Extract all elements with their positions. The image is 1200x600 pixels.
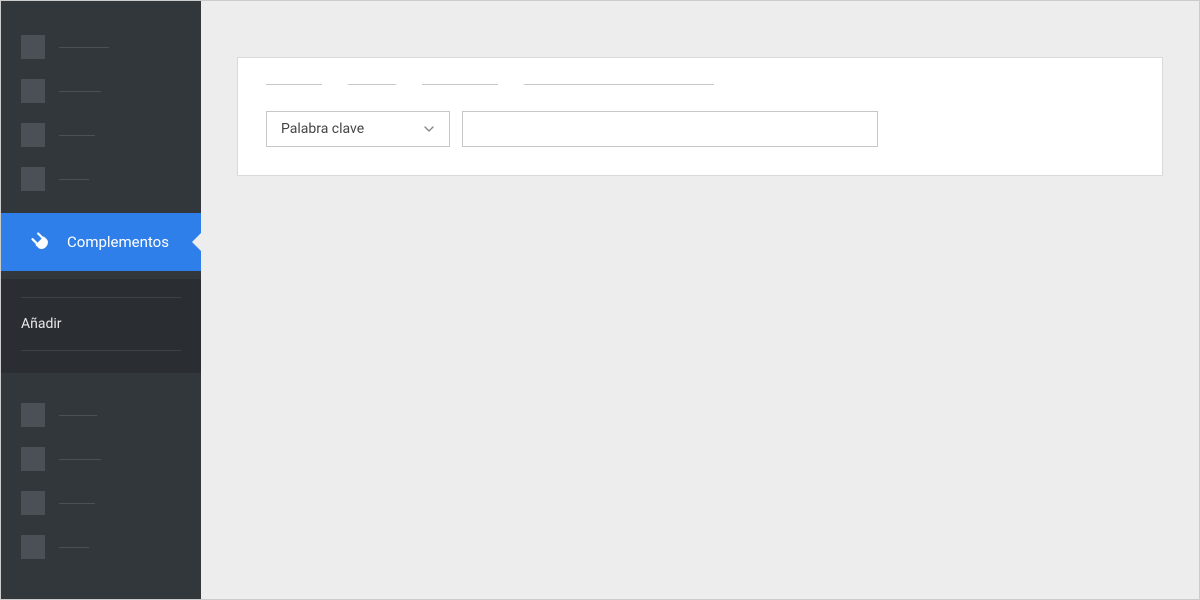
search-panel: Palabra clave — [237, 57, 1163, 176]
sidebar-submenu: Añadir — [1, 279, 201, 373]
sidebar-item-label — [59, 91, 101, 92]
sidebar-item-label: Complementos — [67, 233, 169, 251]
plug-icon — [29, 230, 53, 254]
sidebar-item-label — [59, 179, 89, 180]
sidebar-item[interactable] — [1, 69, 201, 113]
sidebar-item-label — [59, 415, 97, 416]
sidebar-subitem-add[interactable]: Añadir — [21, 312, 181, 336]
sidebar-item-plugins[interactable]: Complementos — [1, 213, 201, 271]
select-value: Palabra clave — [281, 121, 364, 137]
sidebar-item[interactable] — [1, 113, 201, 157]
menu-icon — [21, 35, 45, 59]
sidebar-item-label — [59, 47, 109, 48]
sidebar: Complementos Añadir — [1, 1, 201, 599]
sidebar-item-label — [59, 135, 95, 136]
main-content: Palabra clave — [201, 1, 1199, 599]
sidebar-item[interactable] — [1, 525, 201, 569]
tab[interactable] — [524, 84, 714, 85]
sidebar-item-label — [59, 503, 95, 504]
sidebar-item[interactable] — [1, 393, 201, 437]
menu-icon — [21, 123, 45, 147]
menu-icon — [21, 167, 45, 191]
sidebar-bottom-group — [1, 373, 201, 569]
tab-row — [266, 78, 1134, 85]
sidebar-item[interactable] — [1, 437, 201, 481]
sidebar-item[interactable] — [1, 157, 201, 201]
sidebar-item-label — [59, 459, 101, 460]
menu-icon — [21, 535, 45, 559]
app-layout: Complementos Añadir — [1, 1, 1199, 599]
sidebar-item[interactable] — [1, 481, 201, 525]
tab[interactable] — [422, 84, 498, 85]
divider — [21, 297, 181, 298]
menu-icon — [21, 447, 45, 471]
menu-icon — [21, 79, 45, 103]
sidebar-item[interactable] — [1, 25, 201, 69]
tab[interactable] — [266, 84, 322, 85]
search-row: Palabra clave — [266, 111, 1134, 147]
divider — [21, 350, 181, 351]
sidebar-item-label — [59, 547, 89, 548]
search-input[interactable] — [462, 111, 878, 147]
search-type-select[interactable]: Palabra clave — [266, 111, 450, 147]
menu-icon — [21, 403, 45, 427]
menu-icon — [21, 491, 45, 515]
chevron-down-icon — [423, 123, 435, 135]
tab[interactable] — [348, 84, 396, 85]
